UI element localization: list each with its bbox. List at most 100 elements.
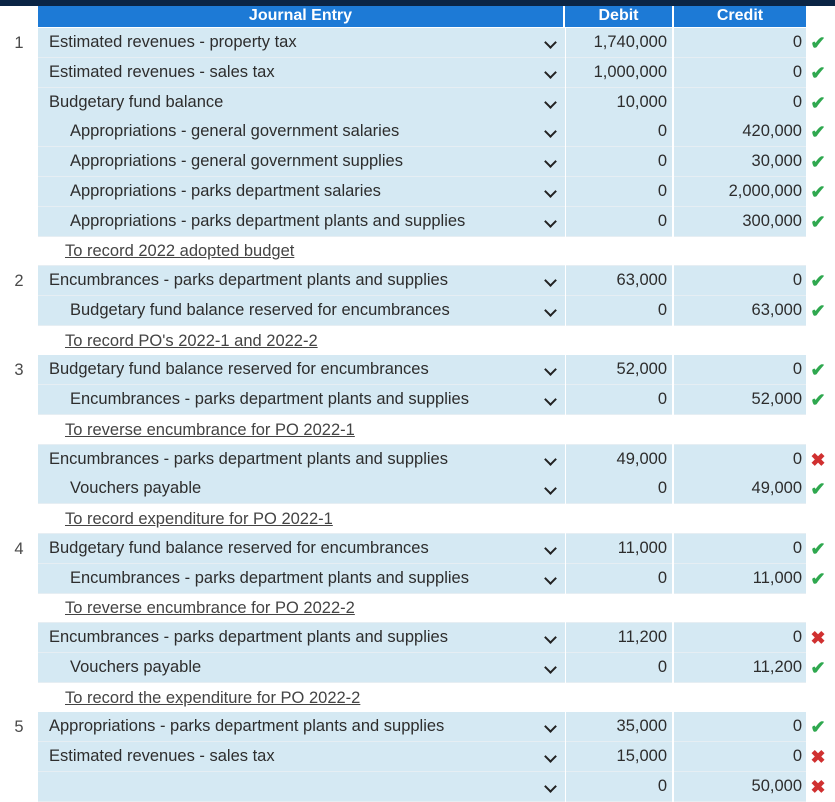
account-select[interactable]: Budgetary fund balance reserved for encu…: [38, 355, 565, 386]
credit-input[interactable]: 49,000: [674, 474, 806, 505]
debit-value: 11,000: [617, 538, 667, 557]
chevron-down-icon[interactable]: [544, 363, 557, 377]
chevron-down-icon[interactable]: [544, 571, 557, 585]
chevron-down-icon[interactable]: [544, 482, 557, 496]
debit-input[interactable]: 11,200: [566, 623, 672, 653]
chevron-down-icon[interactable]: [544, 36, 557, 49]
account-select[interactable]: Estimated revenues - sales tax: [38, 742, 565, 772]
credit-input[interactable]: 300,000: [674, 206, 806, 237]
debit-input[interactable]: 0: [566, 563, 672, 594]
credit-input[interactable]: 420,000: [674, 117, 806, 148]
credit-value: 0: [792, 92, 802, 111]
account-select[interactable]: Appropriations - parks department plants…: [38, 206, 565, 237]
credit-input[interactable]: 0: [674, 533, 806, 564]
explanation-cell[interactable]: To record PO's 2022-1 and 2022-2: [38, 326, 565, 356]
explanation-text: To reverse encumbrance for PO 2022-1: [65, 420, 355, 439]
account-select[interactable]: Encumbrances - parks department plants a…: [38, 444, 565, 475]
entry-number: [0, 683, 38, 713]
credit-input[interactable]: 0: [674, 87, 806, 118]
debit-input[interactable]: 52,000: [566, 355, 672, 386]
credit-value: 49,000: [751, 479, 802, 498]
debit-input[interactable]: 11,000: [566, 533, 672, 564]
account-select[interactable]: Encumbrances - parks department plants a…: [38, 623, 565, 653]
credit-input[interactable]: 11,000: [674, 563, 806, 594]
credit-input[interactable]: 50,000: [674, 771, 806, 802]
account-select[interactable]: Budgetary fund balance: [38, 87, 565, 118]
account-select[interactable]: Vouchers payable: [38, 474, 565, 505]
debit-input[interactable]: 35,000: [566, 712, 672, 743]
entry-number: [0, 772, 38, 802]
credit-input[interactable]: 0: [674, 444, 806, 475]
credit-input[interactable]: 0: [674, 266, 806, 296]
account-select[interactable]: Estimated revenues - sales tax: [38, 57, 565, 88]
entry-number: 2: [14, 272, 24, 290]
account-select[interactable]: [38, 771, 565, 802]
debit-input[interactable]: 10,000: [566, 87, 672, 118]
account-select[interactable]: Appropriations - general government supp…: [38, 147, 565, 177]
debit-input[interactable]: 1,740,000: [566, 28, 672, 58]
chevron-down-icon[interactable]: [544, 750, 557, 763]
credit-input[interactable]: 11,200: [674, 652, 806, 683]
debit-input[interactable]: 0: [566, 295, 672, 326]
credit-input[interactable]: 0: [674, 742, 806, 772]
chevron-down-icon[interactable]: [544, 95, 557, 109]
credit-input[interactable]: 0: [674, 623, 806, 653]
account-select[interactable]: Encumbrances - parks department plants a…: [38, 563, 565, 594]
chevron-down-icon[interactable]: [544, 125, 557, 139]
debit-input[interactable]: 0: [566, 147, 672, 177]
chevron-down-icon[interactable]: [544, 452, 557, 466]
explanation-text: To record PO's 2022-1 and 2022-2: [65, 331, 318, 350]
chevron-down-icon[interactable]: [544, 155, 557, 168]
credit-input[interactable]: 0: [674, 57, 806, 88]
debit-cell-empty: [566, 683, 672, 713]
explanation-cell[interactable]: To reverse encumbrance for PO 2022-2: [38, 593, 565, 624]
debit-input[interactable]: 0: [566, 771, 672, 802]
explanation-cell[interactable]: To record the expenditure for PO 2022-2: [38, 683, 565, 713]
chevron-down-icon[interactable]: [544, 720, 557, 734]
account-select[interactable]: Encumbrances - parks department plants a…: [38, 266, 565, 296]
account-select[interactable]: Encumbrances - parks department plants a…: [38, 385, 565, 415]
debit-input[interactable]: 0: [566, 474, 672, 505]
debit-input[interactable]: 63,000: [566, 266, 672, 296]
chevron-down-icon[interactable]: [544, 779, 557, 793]
debit-input[interactable]: 1,000,000: [566, 57, 672, 88]
check-icon: ✔: [810, 538, 826, 559]
chevron-down-icon[interactable]: [544, 660, 557, 674]
account-select[interactable]: Appropriations - parks department salari…: [38, 176, 565, 207]
chevron-down-icon[interactable]: [544, 393, 557, 406]
credit-value: 0: [792, 717, 802, 736]
chevron-down-icon[interactable]: [544, 541, 557, 555]
chevron-down-icon[interactable]: [544, 214, 557, 228]
account-select[interactable]: Budgetary fund balance reserved for encu…: [38, 295, 565, 326]
credit-input[interactable]: 0: [674, 712, 806, 743]
explanation-cell[interactable]: To record 2022 adopted budget: [38, 236, 565, 267]
credit-input[interactable]: 52,000: [674, 385, 806, 415]
debit-input[interactable]: 0: [566, 385, 672, 415]
entry-number: [0, 623, 38, 653]
credit-input[interactable]: 0: [674, 28, 806, 58]
account-select[interactable]: Vouchers payable: [38, 652, 565, 683]
debit-input[interactable]: 0: [566, 176, 672, 207]
account-select[interactable]: Estimated revenues - property tax: [38, 28, 565, 58]
account-select[interactable]: Appropriations - general government sala…: [38, 117, 565, 148]
explanation-cell[interactable]: To reverse encumbrance for PO 2022-1: [38, 415, 565, 445]
chevron-down-icon[interactable]: [544, 65, 557, 79]
debit-input[interactable]: 15,000: [566, 742, 672, 772]
account-select[interactable]: Budgetary fund balance reserved for encu…: [38, 533, 565, 564]
credit-input[interactable]: 30,000: [674, 147, 806, 177]
explanation-cell[interactable]: To record expenditure for PO 2022-1: [38, 504, 565, 534]
chevron-down-icon[interactable]: [544, 184, 557, 198]
explanation-row: To record PO's 2022-1 and 2022-2: [0, 326, 835, 356]
debit-input[interactable]: 49,000: [566, 444, 672, 475]
debit-input[interactable]: 0: [566, 117, 672, 148]
chevron-down-icon[interactable]: [544, 631, 557, 644]
debit-input[interactable]: 0: [566, 206, 672, 237]
account-name: Vouchers payable: [70, 479, 202, 498]
debit-input[interactable]: 0: [566, 652, 672, 683]
credit-input[interactable]: 0: [674, 355, 806, 386]
chevron-down-icon[interactable]: [544, 274, 557, 287]
account-select[interactable]: Appropriations - parks department plants…: [38, 712, 565, 743]
credit-input[interactable]: 63,000: [674, 295, 806, 326]
credit-input[interactable]: 2,000,000: [674, 176, 806, 207]
chevron-down-icon[interactable]: [544, 303, 557, 317]
